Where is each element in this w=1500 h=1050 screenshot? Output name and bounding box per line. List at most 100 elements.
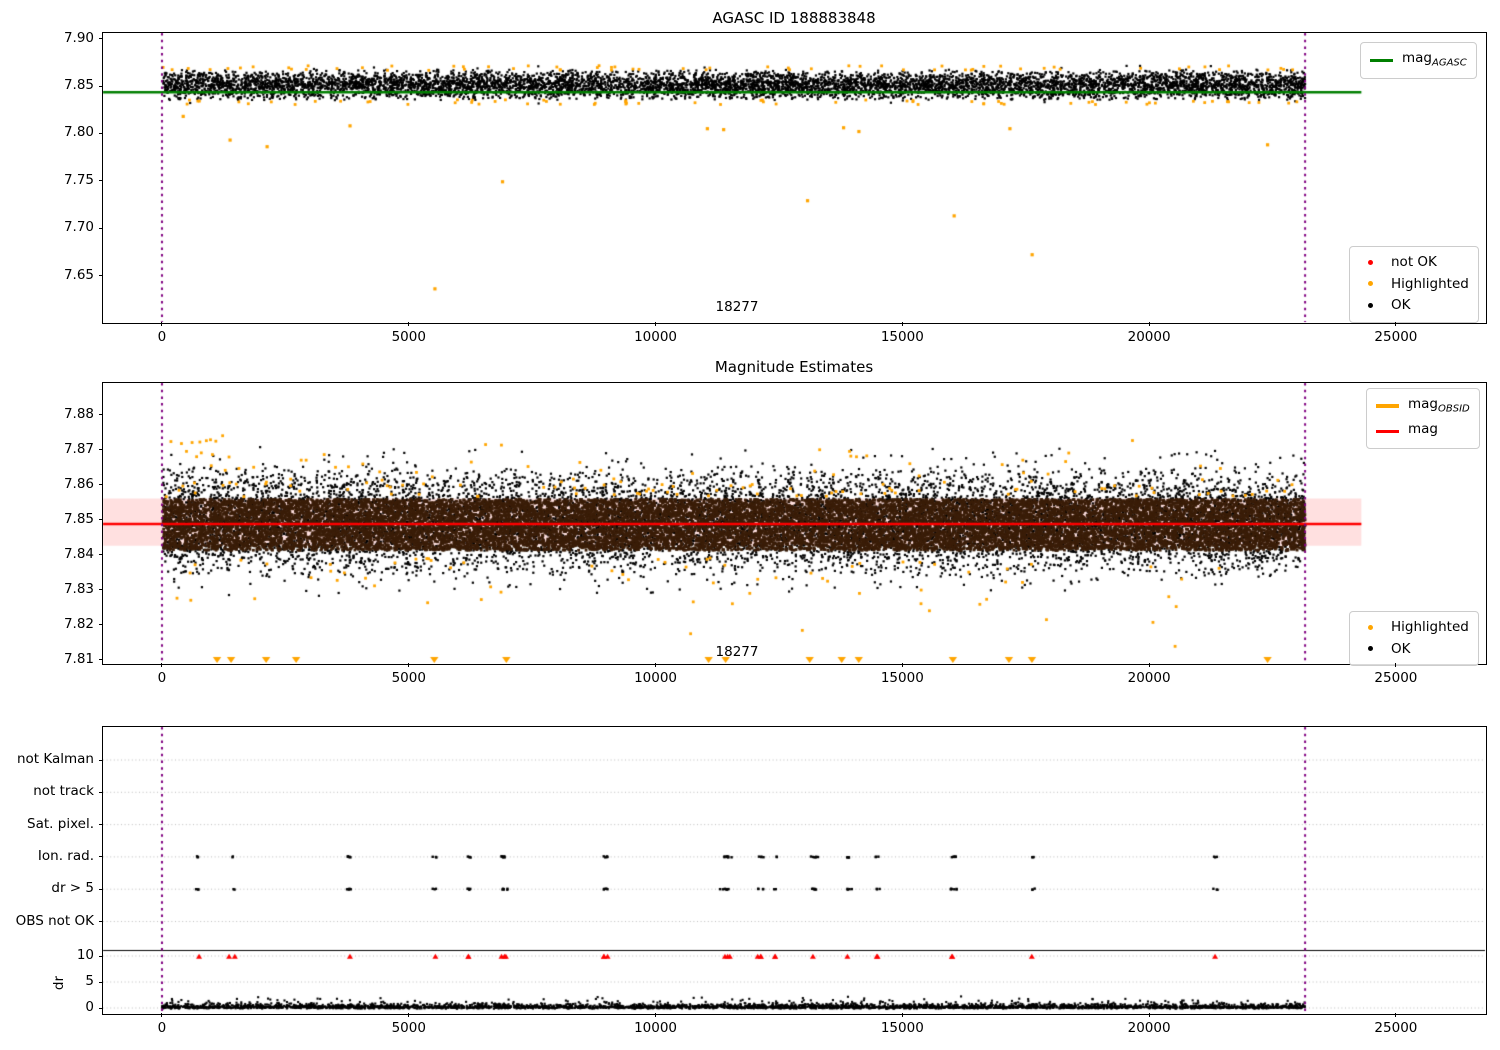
x-tick-label: 25000 bbox=[1374, 329, 1418, 345]
y-tick bbox=[99, 554, 103, 555]
obsid-annotation-middle: 18277 bbox=[715, 644, 759, 660]
y-tick-label: 7.90 bbox=[63, 29, 94, 46]
x-tick-label: 25000 bbox=[1374, 1020, 1418, 1036]
y-tick-label: 7.81 bbox=[63, 650, 94, 667]
y-tick bbox=[99, 449, 103, 450]
y-tick bbox=[99, 275, 103, 277]
legend-item-mag-obsid: magOBSID bbox=[1376, 394, 1470, 419]
category-label: Ion. rad. bbox=[37, 847, 94, 864]
y-tick bbox=[99, 414, 103, 415]
legend-mid-markers: Highlighted OK bbox=[1349, 611, 1479, 666]
x-tick-label: 15000 bbox=[880, 329, 924, 345]
x-tick-label: 20000 bbox=[1127, 329, 1171, 345]
x-tick-label: 20000 bbox=[1127, 1020, 1171, 1036]
legend-item-not-ok: not OK bbox=[1359, 252, 1469, 274]
y-tick-label: 7.70 bbox=[63, 219, 94, 236]
middle-plot-title: Magnitude Estimates bbox=[714, 358, 874, 376]
y-tick bbox=[99, 856, 103, 858]
y-tick bbox=[99, 981, 103, 983]
category-label: dr > 5 bbox=[51, 880, 94, 897]
x-tick bbox=[901, 322, 903, 326]
legend-label-not-ok: not OK bbox=[1391, 254, 1437, 270]
category-label: not track bbox=[33, 783, 94, 800]
highlighted-dot-swatch-box bbox=[1359, 278, 1382, 292]
x-tick-label: 15000 bbox=[880, 1020, 924, 1036]
x-tick-label: 10000 bbox=[634, 329, 678, 345]
y-tick bbox=[99, 519, 103, 520]
y-tick bbox=[99, 180, 103, 182]
y-tick bbox=[99, 955, 103, 957]
x-tick bbox=[161, 322, 163, 326]
y-tick bbox=[99, 1007, 103, 1009]
legend-label-mag-obsid: magOBSID bbox=[1408, 396, 1470, 415]
y-tick-label: 7.82 bbox=[63, 615, 94, 632]
highlighted-dot-swatch bbox=[1368, 281, 1373, 286]
x-tick-label: 0 bbox=[157, 1020, 167, 1036]
ok-dot-swatch-box bbox=[1359, 299, 1382, 313]
legend-item-highlighted: Highlighted bbox=[1359, 617, 1469, 639]
y-tick bbox=[99, 921, 103, 922]
y-tick-label: 7.86 bbox=[63, 475, 94, 492]
y-tick-label: 7.83 bbox=[63, 580, 94, 597]
x-tick-label: 0 bbox=[157, 670, 167, 686]
legend-item-mag-agasc: magAGASC bbox=[1370, 48, 1467, 73]
y-tick bbox=[99, 38, 103, 40]
legend-text-main: mag bbox=[1402, 50, 1432, 66]
legend-mid-lines: magOBSID mag bbox=[1366, 388, 1480, 450]
x-tick bbox=[901, 1013, 903, 1017]
x-tick-label: 15000 bbox=[880, 670, 924, 686]
x-tick bbox=[1148, 1013, 1150, 1017]
not-ok-dot-swatch-box bbox=[1359, 256, 1382, 270]
legend-mag-agasc: magAGASC bbox=[1360, 42, 1477, 79]
y-tick-label: 7.85 bbox=[63, 510, 94, 527]
top-plot-title: AGASC ID 188883848 bbox=[712, 9, 876, 27]
x-tick bbox=[1395, 322, 1397, 326]
x-tick bbox=[1395, 1013, 1397, 1017]
legend-item-ok: OK bbox=[1359, 639, 1469, 661]
y-tick-label: 7.84 bbox=[63, 545, 94, 562]
x-tick bbox=[901, 663, 903, 667]
x-tick-label: 10000 bbox=[634, 670, 678, 686]
x-tick-label: 0 bbox=[157, 329, 167, 345]
ok-dot-swatch bbox=[1368, 646, 1373, 651]
legend-item-mag: mag bbox=[1376, 419, 1470, 444]
y-tick bbox=[99, 227, 103, 229]
legend-label-mag-agasc: magAGASC bbox=[1402, 50, 1467, 69]
legend-text-main: mag bbox=[1408, 396, 1438, 412]
x-tick bbox=[655, 322, 657, 326]
ok-dot-swatch bbox=[1368, 302, 1373, 308]
y-tick bbox=[99, 759, 103, 761]
plots-canvas bbox=[0, 0, 1500, 1050]
legend-text-main: mag bbox=[1408, 420, 1438, 437]
category-label: Sat. pixel. bbox=[27, 815, 94, 832]
y-tick-label: 7.80 bbox=[63, 124, 94, 141]
y-tick-label: 7.87 bbox=[63, 440, 94, 457]
highlighted-dot-swatch bbox=[1368, 624, 1373, 630]
orange-line-swatch bbox=[1376, 404, 1399, 409]
y-tick bbox=[99, 659, 103, 660]
y-tick bbox=[99, 85, 103, 87]
legend-text-sub: AGASC bbox=[1432, 57, 1467, 69]
y-tick bbox=[99, 484, 103, 485]
y-tick bbox=[99, 589, 103, 590]
y-tick bbox=[99, 888, 103, 890]
y-tick-label: 7.75 bbox=[63, 171, 94, 188]
red-line-swatch bbox=[1376, 429, 1399, 433]
x-tick bbox=[161, 1013, 163, 1017]
obsid-annotation-top: 18277 bbox=[715, 299, 759, 315]
y-tick-label: 7.85 bbox=[63, 77, 94, 94]
legend-label-ok: OK bbox=[1391, 297, 1411, 313]
dr-tick-label: 5 bbox=[85, 973, 94, 989]
not-ok-dot-swatch bbox=[1368, 259, 1373, 265]
legend-label-mag: mag bbox=[1408, 420, 1438, 440]
highlighted-dot-swatch-box bbox=[1359, 621, 1382, 635]
green-line-swatch bbox=[1370, 58, 1393, 62]
legend-item-highlighted: Highlighted bbox=[1359, 274, 1469, 296]
x-tick bbox=[161, 663, 163, 667]
y-tick bbox=[99, 791, 103, 793]
x-tick bbox=[408, 663, 410, 667]
legend-text-sub: OBSID bbox=[1438, 403, 1470, 415]
category-label: not Kalman bbox=[16, 751, 94, 767]
category-label: OBS not OK bbox=[15, 912, 94, 929]
y-tick bbox=[99, 824, 103, 826]
